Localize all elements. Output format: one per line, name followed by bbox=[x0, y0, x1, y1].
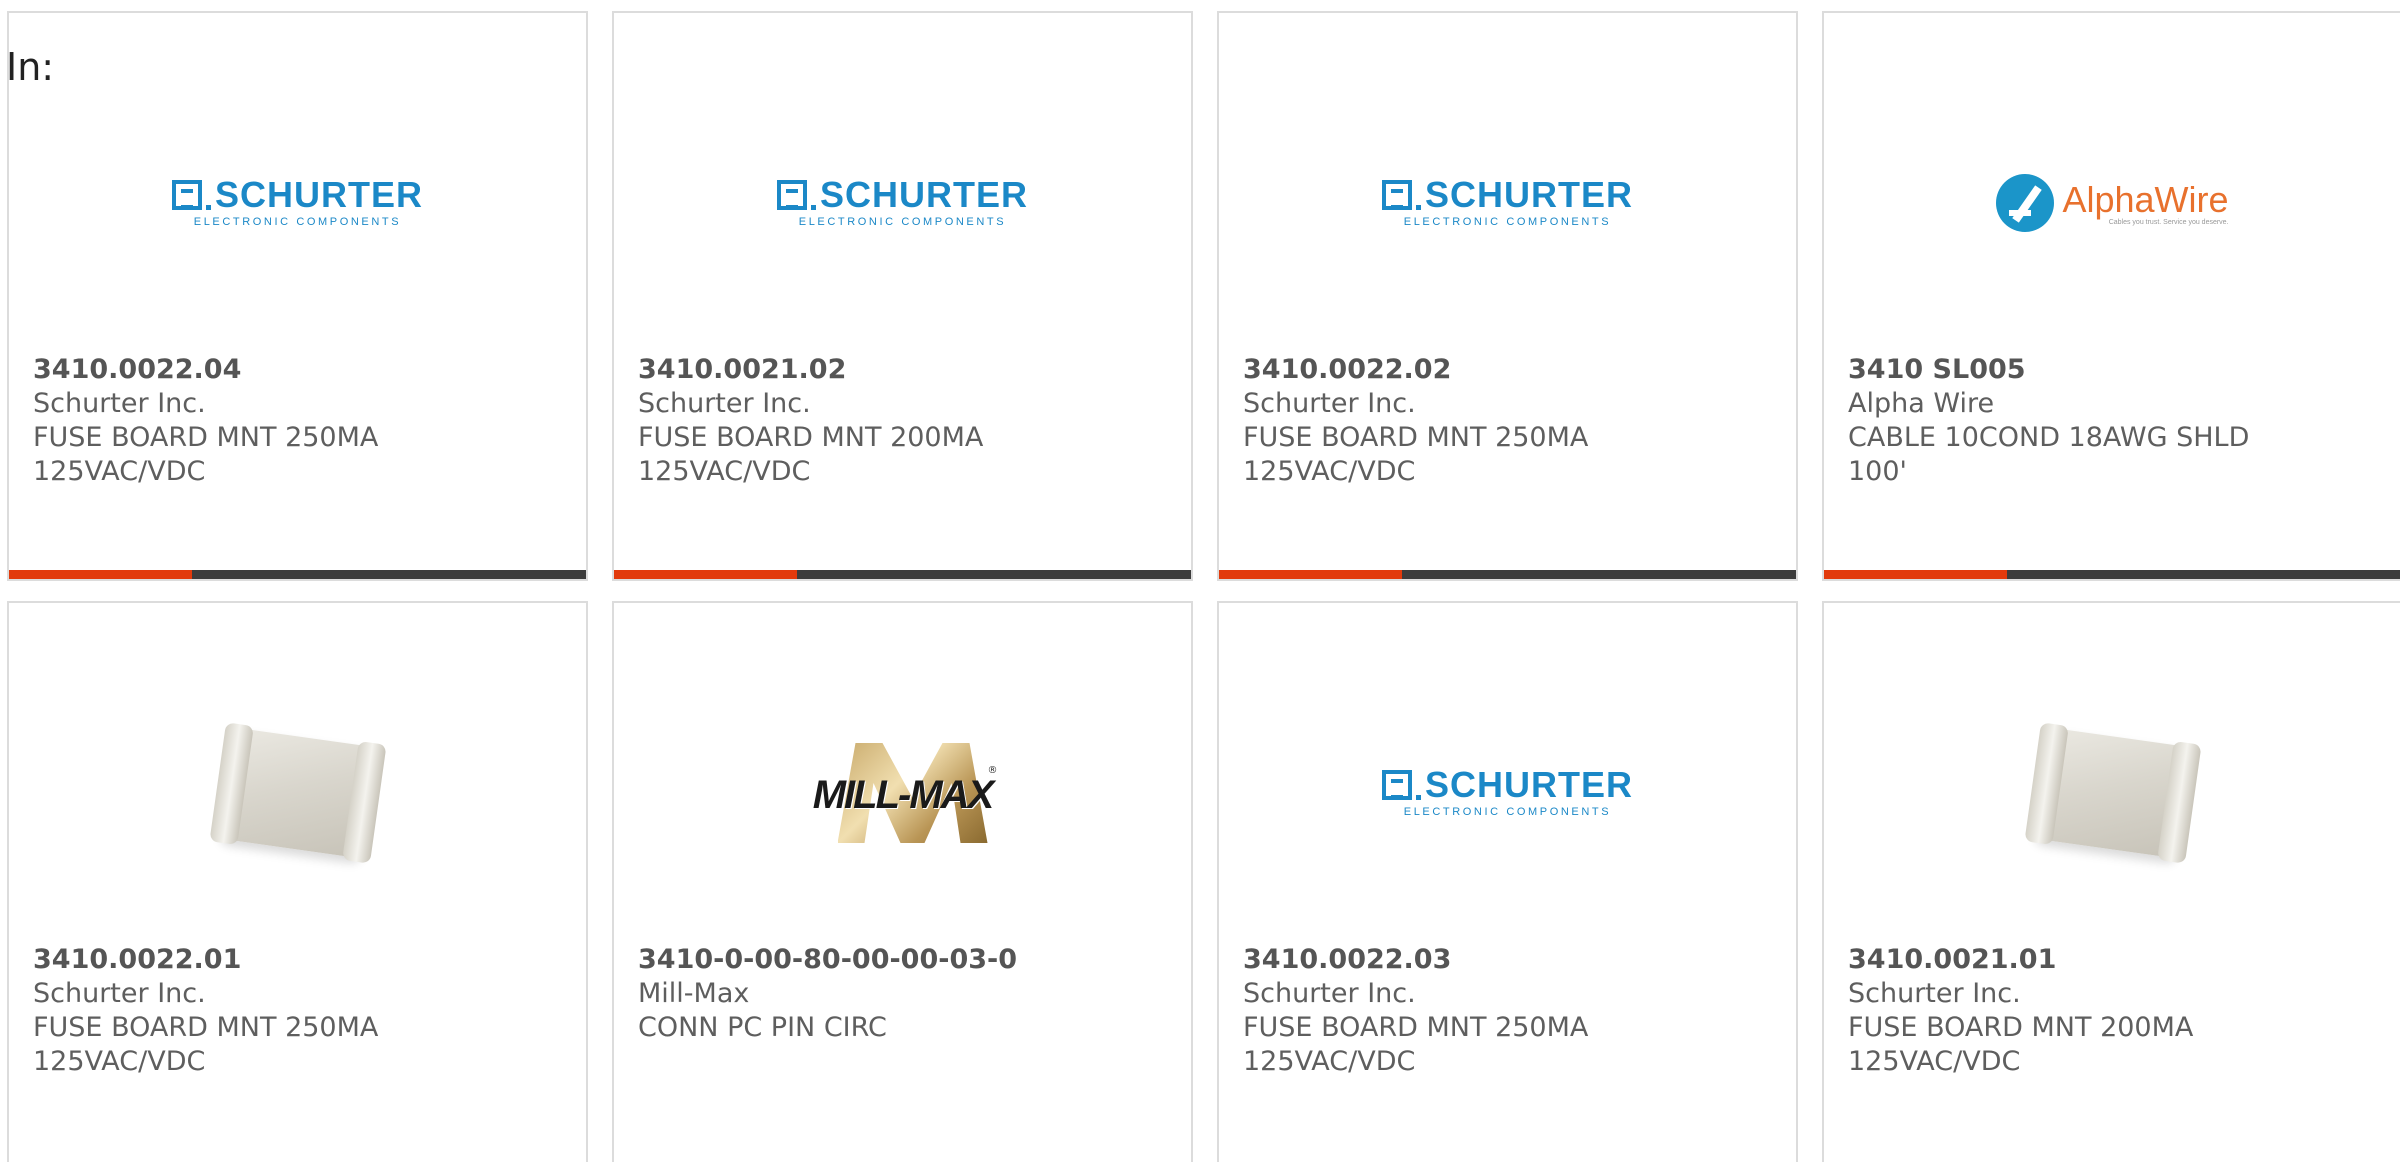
product-image: SCHURTER ELECTRONIC COMPONENTS bbox=[614, 103, 1191, 303]
part-number[interactable]: 3410 SL005 bbox=[1848, 353, 2381, 387]
product-image: MILL-MAX ® bbox=[614, 693, 1191, 893]
product-card[interactable]: SCHURTER ELECTRONIC COMPONENTS 3410.0022… bbox=[1217, 11, 1798, 581]
description-line-1: CONN PC PIN CIRC bbox=[638, 1012, 887, 1043]
schurter-logo: SCHURTER ELECTRONIC COMPONENTS bbox=[776, 174, 1028, 228]
description-line-2: 125VAC/VDC bbox=[1243, 456, 1416, 487]
card-bar bbox=[1824, 570, 2400, 579]
logo-sub: ELECTRONIC COMPONENTS bbox=[798, 216, 1007, 228]
description-line-2: 125VAC/VDC bbox=[33, 456, 206, 487]
product-card[interactable]: SCHURTER ELECTRONIC COMPONENTS 3410.0022… bbox=[1217, 601, 1798, 1162]
manufacturer: Schurter Inc. bbox=[1243, 388, 1416, 419]
part-number[interactable]: 3410.0022.02 bbox=[1243, 353, 1776, 387]
product-card[interactable]: AlphaWire Cables you trust. Service you … bbox=[1822, 11, 2400, 581]
schurter-logo: SCHURTER ELECTRONIC COMPONENTS bbox=[1381, 174, 1633, 228]
millmax-logo: MILL-MAX ® bbox=[798, 743, 1008, 843]
product-card[interactable]: SCHURTER ELECTRONIC COMPONENTS 3410.0022… bbox=[7, 11, 588, 581]
product-image: SCHURTER ELECTRONIC COMPONENTS bbox=[9, 103, 586, 303]
fuse-photo bbox=[2013, 698, 2213, 888]
manufacturer: Schurter Inc. bbox=[1848, 978, 2021, 1009]
logo-tagline: Cables you trust. Service you deserve. bbox=[2108, 218, 2229, 226]
logo-name: AlphaWire bbox=[2062, 178, 2229, 220]
card-bar bbox=[614, 570, 1191, 579]
product-grid: SCHURTER ELECTRONIC COMPONENTS 3410.0022… bbox=[7, 11, 2400, 1162]
manufacturer: Alpha Wire bbox=[1848, 388, 1995, 419]
logo-registered: ® bbox=[987, 765, 998, 776]
manufacturer: Mill-Max bbox=[638, 978, 750, 1009]
manufacturer: Schurter Inc. bbox=[638, 388, 811, 419]
logo-name: MILL-MAX bbox=[812, 773, 995, 817]
description-line-2: 125VAC/VDC bbox=[1848, 1046, 2021, 1077]
fuse-photo bbox=[198, 698, 398, 888]
product-card[interactable]: 3410.0021.01 Schurter Inc. FUSE BOARD MN… bbox=[1822, 601, 2400, 1162]
logo-name: SCHURTER bbox=[1424, 764, 1633, 805]
part-number[interactable]: 3410.0022.01 bbox=[33, 943, 566, 977]
product-card[interactable]: MILL-MAX ® 3410-0-00-80-00-00-03-0 Mill-… bbox=[612, 601, 1193, 1162]
description-line-1: CABLE 10COND 18AWG SHLD bbox=[1848, 422, 2250, 453]
product-image: SCHURTER ELECTRONIC COMPONENTS bbox=[1219, 103, 1796, 303]
manufacturer: Schurter Inc. bbox=[33, 388, 206, 419]
part-number[interactable]: 3410.0021.01 bbox=[1848, 943, 2381, 977]
part-number[interactable]: 3410.0021.02 bbox=[638, 353, 1171, 387]
product-image: SCHURTER ELECTRONIC COMPONENTS bbox=[1219, 693, 1796, 893]
part-number[interactable]: 3410.0022.03 bbox=[1243, 943, 1776, 977]
description-line-2: 125VAC/VDC bbox=[33, 1046, 206, 1077]
manufacturer: Schurter Inc. bbox=[33, 978, 206, 1009]
alphawire-mark-icon bbox=[1996, 174, 2055, 232]
description-line-1: FUSE BOARD MNT 250MA bbox=[33, 422, 379, 453]
description-line-1: FUSE BOARD MNT 250MA bbox=[1243, 1012, 1589, 1043]
logo-sub: ELECTRONIC COMPONENTS bbox=[1403, 806, 1612, 818]
part-number[interactable]: 3410.0022.04 bbox=[33, 353, 566, 387]
logo-name: SCHURTER bbox=[1424, 174, 1633, 215]
description-line-1: FUSE BOARD MNT 200MA bbox=[638, 422, 984, 453]
schurter-logo: SCHURTER ELECTRONIC COMPONENTS bbox=[1381, 764, 1633, 818]
in-label: In: bbox=[6, 45, 55, 89]
logo-sub: ELECTRONIC COMPONENTS bbox=[1403, 216, 1612, 228]
card-bar bbox=[1219, 570, 1796, 579]
description-line-1: FUSE BOARD MNT 200MA bbox=[1848, 1012, 2194, 1043]
product-image bbox=[1824, 693, 2400, 893]
logo-name: SCHURTER bbox=[819, 174, 1028, 215]
product-image bbox=[9, 693, 586, 893]
description-line-2: 125VAC/VDC bbox=[1243, 1046, 1416, 1077]
description-line-1: FUSE BOARD MNT 250MA bbox=[33, 1012, 379, 1043]
alphawire-logo: AlphaWire Cables you trust. Service you … bbox=[1996, 174, 2229, 232]
product-image: AlphaWire Cables you trust. Service you … bbox=[1824, 103, 2400, 303]
manufacturer: Schurter Inc. bbox=[1243, 978, 1416, 1009]
product-card[interactable]: SCHURTER ELECTRONIC COMPONENTS 3410.0021… bbox=[612, 11, 1193, 581]
logo-sub: ELECTRONIC COMPONENTS bbox=[193, 216, 402, 228]
part-number[interactable]: 3410-0-00-80-00-00-03-0 bbox=[638, 943, 1171, 977]
logo-name: SCHURTER bbox=[214, 174, 423, 215]
product-card[interactable]: 3410.0022.01 Schurter Inc. FUSE BOARD MN… bbox=[7, 601, 588, 1162]
description-line-2: 125VAC/VDC bbox=[638, 456, 811, 487]
card-bar bbox=[9, 570, 586, 579]
schurter-logo: SCHURTER ELECTRONIC COMPONENTS bbox=[171, 174, 423, 228]
description-line-2: 100' bbox=[1848, 456, 1907, 487]
description-line-1: FUSE BOARD MNT 250MA bbox=[1243, 422, 1589, 453]
